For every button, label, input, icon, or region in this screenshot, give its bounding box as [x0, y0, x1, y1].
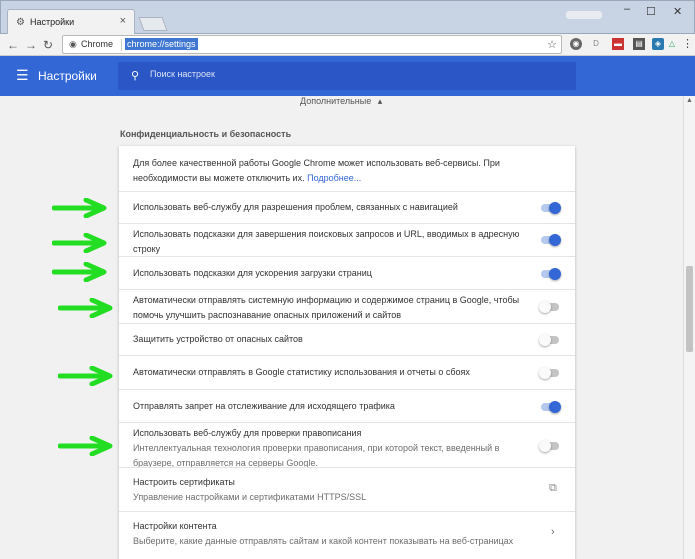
advanced-label: Дополнительные — [300, 96, 372, 106]
certificates-row[interactable]: Настроить сертификаты Управление настрой… — [119, 467, 575, 511]
content-settings-row[interactable]: Настройки контента Выберите, какие данны… — [119, 511, 575, 559]
toggle-switch[interactable] — [539, 202, 561, 214]
extension-icon[interactable]: ◉ — [570, 38, 582, 50]
tab-title: Настройки — [30, 17, 75, 27]
green-arrow-annotation — [52, 233, 107, 253]
setting-label: Использовать веб-службу для проверки пра… — [133, 426, 523, 471]
setting-row[interactable]: Использовать веб-службу для проверки пра… — [119, 422, 575, 468]
toggle-switch[interactable] — [539, 234, 561, 246]
setting-label: Защитить устройство от опасных сайтов — [133, 334, 303, 344]
extension-icon[interactable]: △ — [666, 38, 678, 50]
setting-label: Использовать подсказки для завершения по… — [133, 229, 520, 254]
privacy-card: Для более качественной работы Google Chr… — [119, 146, 575, 559]
extension-icon[interactable]: D — [590, 38, 602, 50]
extension-icon[interactable]: ▤ — [633, 38, 645, 50]
omnibox[interactable]: ◉ Chrome chrome://settings ☆ — [62, 35, 562, 54]
extension-icon[interactable]: ◈ — [652, 38, 664, 50]
certificates-title: Настроить сертификаты — [133, 477, 235, 487]
profile-name-area[interactable] — [566, 11, 602, 19]
maximize-icon[interactable]: ☐ — [646, 5, 656, 18]
hamburger-icon[interactable]: ☰ — [16, 67, 29, 84]
toggle-switch[interactable] — [539, 301, 561, 313]
close-window-icon[interactable]: ✕ — [673, 5, 682, 18]
chevron-right-icon[interactable]: › — [551, 526, 555, 538]
omnibox-url[interactable]: chrome://settings — [125, 38, 198, 50]
setting-title: Использовать веб-службу для проверки пра… — [133, 428, 362, 438]
bookmark-star-icon[interactable]: ☆ — [547, 38, 557, 51]
browser-tab[interactable]: ⚙ Настройки × — [7, 9, 135, 35]
search-input[interactable] — [150, 69, 550, 79]
setting-row[interactable]: Использовать подсказки для завершения по… — [119, 223, 575, 256]
setting-row[interactable]: Использовать веб-службу для разрешения п… — [119, 191, 575, 223]
intro-text: Для более качественной работы Google Chr… — [133, 156, 563, 186]
section-title: Конфиденциальность и безопасность — [120, 129, 292, 139]
toggle-switch[interactable] — [539, 334, 561, 346]
window-titlebar: ⚙ Настройки × – ☐ ✕ — [0, 0, 695, 35]
scroll-thumb[interactable] — [686, 266, 693, 352]
chrome-icon: ◉ — [69, 39, 77, 49]
toggle-switch[interactable] — [539, 367, 561, 379]
settings-header: ☰ Настройки ⚲ — [0, 56, 695, 96]
browser-toolbar: ← → ↻ ◉ Chrome chrome://settings ☆ ◉ D ▬… — [0, 34, 695, 56]
forward-icon[interactable]: → — [25, 38, 37, 52]
green-arrow-annotation — [52, 262, 107, 282]
green-arrow-annotation — [58, 298, 113, 318]
setting-label: Автоматически отправлять системную инфор… — [133, 295, 520, 320]
page-title: Настройки — [38, 69, 97, 83]
learn-more-link[interactable]: Подробнее... — [307, 173, 361, 183]
setting-label: Настройки контента Выберите, какие данны… — [133, 519, 523, 549]
setting-subtitle: Интеллектуальная технология проверки пра… — [133, 443, 500, 468]
browser-menu-icon[interactable]: ⋮ — [682, 37, 693, 50]
chevron-up-icon: ▴ — [377, 96, 383, 106]
setting-label: Использовать веб-службу для разрешения п… — [133, 202, 458, 212]
extension-icon[interactable]: ▬ — [612, 38, 624, 50]
advanced-toggle[interactable]: Дополнительные ▴ — [300, 96, 382, 107]
omnibox-separator — [121, 39, 122, 51]
launch-icon[interactable]: ⧉ — [549, 482, 557, 495]
green-arrow-annotation — [58, 366, 113, 386]
setting-label: Настроить сертификаты Управление настрой… — [133, 475, 523, 505]
toggle-switch[interactable] — [539, 268, 561, 280]
reload-icon[interactable]: ↻ — [43, 38, 53, 52]
content-settings-subtitle: Выберите, какие данные отправлять сайтам… — [133, 536, 514, 546]
green-arrow-annotation — [52, 198, 107, 218]
back-icon[interactable]: ← — [7, 38, 19, 52]
new-tab-button[interactable] — [138, 17, 168, 31]
setting-row[interactable]: Защитить устройство от опасных сайтов — [119, 323, 575, 355]
omnibox-label: Chrome — [81, 39, 114, 49]
close-tab-icon[interactable]: × — [120, 15, 126, 27]
setting-label: Использовать подсказки для ускорения заг… — [133, 268, 372, 278]
toggle-switch[interactable] — [539, 401, 561, 413]
search-icon: ⚲ — [131, 70, 140, 82]
setting-row[interactable]: Использовать подсказки для ускорения заг… — [119, 256, 575, 289]
certificates-subtitle: Управление настройками и сертификатами H… — [133, 492, 367, 502]
content-settings-title: Настройки контента — [133, 521, 217, 531]
gear-icon: ⚙ — [16, 17, 25, 28]
setting-row[interactable]: Автоматически отправлять системную инфор… — [119, 289, 575, 323]
setting-row[interactable]: Автоматически отправлять в Google статис… — [119, 355, 575, 389]
green-arrow-annotation — [58, 436, 113, 456]
setting-row[interactable]: Отправлять запрет на отслеживание для ис… — [119, 389, 575, 422]
settings-page: Дополнительные ▴ Конфиденциальность и бе… — [0, 96, 683, 559]
scroll-up-icon[interactable]: ▲ — [686, 97, 693, 104]
scrollbar[interactable]: ▲ — [683, 96, 695, 559]
setting-label: Автоматически отправлять в Google статис… — [133, 367, 470, 377]
search-box[interactable]: ⚲ — [118, 62, 576, 90]
minimize-icon[interactable]: – — [624, 3, 630, 15]
toggle-switch[interactable] — [539, 440, 561, 452]
setting-label: Отправлять запрет на отслеживание для ис… — [133, 401, 395, 411]
